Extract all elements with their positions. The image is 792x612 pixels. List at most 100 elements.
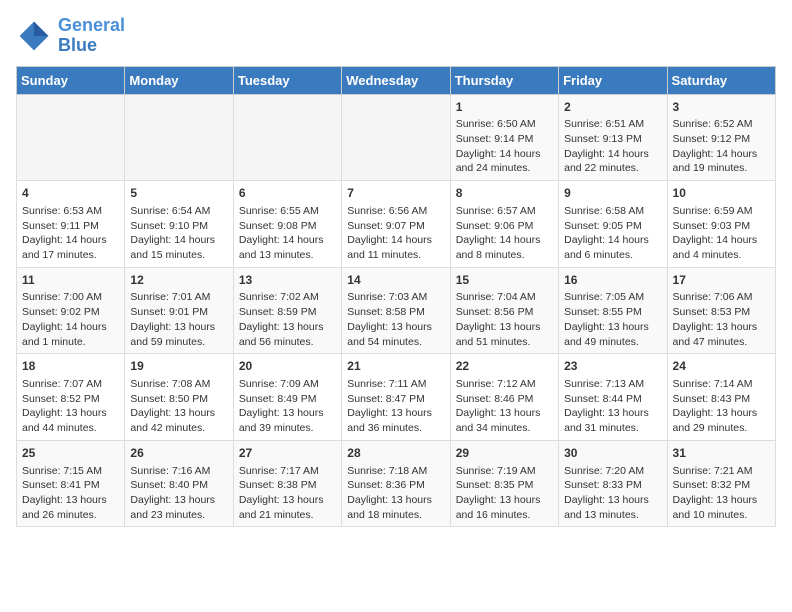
day-number: 27 bbox=[239, 445, 336, 462]
calendar-cell: 6Sunrise: 6:55 AM Sunset: 9:08 PM Daylig… bbox=[233, 181, 341, 268]
day-number: 29 bbox=[456, 445, 553, 462]
day-header-saturday: Saturday bbox=[667, 66, 775, 94]
calendar-week-4: 18Sunrise: 7:07 AM Sunset: 8:52 PM Dayli… bbox=[17, 354, 776, 441]
day-header-tuesday: Tuesday bbox=[233, 66, 341, 94]
day-detail: Sunrise: 6:50 AM Sunset: 9:14 PM Dayligh… bbox=[456, 118, 541, 174]
calendar-cell: 14 Sunrise: 7:03 AM Sunset: 8:58 PM Dayli… bbox=[342, 267, 450, 354]
day-detail: Sunrise: 7:07 AM Sunset: 8:52 PM Dayligh… bbox=[22, 378, 107, 434]
calendar-week-5: 25Sunrise: 7:15 AM Sunset: 8:41 PM Dayli… bbox=[17, 440, 776, 527]
calendar-cell: 27 Sunrise: 7:17 AM Sunset: 8:38 PM Dayli… bbox=[233, 440, 341, 527]
calendar-cell: 13Sunrise: 7:02 AM Sunset: 8:59 PM Dayli… bbox=[233, 267, 341, 354]
calendar-cell: 11Sunrise: 7:00 AM Sunset: 9:02 PM Dayli… bbox=[17, 267, 125, 354]
header-row: SundayMondayTuesdayWednesdayThursdayFrid… bbox=[17, 66, 776, 94]
day-number: 15 bbox=[456, 272, 553, 289]
day-number: 30 bbox=[564, 445, 661, 462]
calendar-cell: 20Sunrise: 7:09 AM Sunset: 8:49 PM Dayli… bbox=[233, 354, 341, 441]
day-detail: Sunrise: 7:17 AM Sunset: 8:38 PM Dayligh… bbox=[239, 465, 324, 521]
day-detail: Sunrise: 7:20 AM Sunset: 8:33 PM Dayligh… bbox=[564, 465, 649, 521]
day-detail: Sunrise: 7:12 AM Sunset: 8:46 PM Dayligh… bbox=[456, 378, 541, 434]
calendar-cell: 19 Sunrise: 7:08 AM Sunset: 8:50 PM Dayli… bbox=[125, 354, 233, 441]
calendar-cell: 23 Sunrise: 7:13 AM Sunset: 8:44 PM Dayli… bbox=[559, 354, 667, 441]
day-detail: Sunrise: 7:16 AM Sunset: 8:40 PM Dayligh… bbox=[130, 465, 215, 521]
day-number: 5 bbox=[130, 185, 227, 202]
day-number: 22 bbox=[456, 358, 553, 375]
calendar-cell: 18Sunrise: 7:07 AM Sunset: 8:52 PM Dayli… bbox=[17, 354, 125, 441]
logo-icon bbox=[16, 18, 52, 54]
calendar-cell: 10Sunrise: 6:59 AM Sunset: 9:03 PM Dayli… bbox=[667, 181, 775, 268]
day-detail: Sunrise: 7:14 AM Sunset: 8:43 PM Dayligh… bbox=[673, 378, 758, 434]
day-detail: Sunrise: 7:08 AM Sunset: 8:50 PM Dayligh… bbox=[130, 378, 215, 434]
day-number: 17 bbox=[673, 272, 770, 289]
calendar-cell: 24 Sunrise: 7:14 AM Sunset: 8:43 PM Dayli… bbox=[667, 354, 775, 441]
day-header-monday: Monday bbox=[125, 66, 233, 94]
day-detail: Sunrise: 7:01 AM Sunset: 9:01 PM Dayligh… bbox=[130, 291, 215, 347]
day-detail: Sunrise: 7:04 AM Sunset: 8:56 PM Dayligh… bbox=[456, 291, 541, 347]
day-detail: Sunrise: 6:52 AM Sunset: 9:12 PM Dayligh… bbox=[673, 118, 758, 174]
day-detail: Sunrise: 7:13 AM Sunset: 8:44 PM Dayligh… bbox=[564, 378, 649, 434]
calendar-cell: 29 Sunrise: 7:19 AM Sunset: 8:35 PM Dayli… bbox=[450, 440, 558, 527]
day-number: 21 bbox=[347, 358, 444, 375]
day-number: 11 bbox=[22, 272, 119, 289]
calendar-table: SundayMondayTuesdayWednesdayThursdayFrid… bbox=[16, 66, 776, 528]
day-number: 3 bbox=[673, 99, 770, 116]
calendar-cell: 3 Sunrise: 6:52 AM Sunset: 9:12 PM Daylig… bbox=[667, 94, 775, 181]
logo: General Blue bbox=[16, 16, 125, 56]
day-detail: Sunrise: 7:18 AM Sunset: 8:36 PM Dayligh… bbox=[347, 465, 432, 521]
day-number: 26 bbox=[130, 445, 227, 462]
day-header-friday: Friday bbox=[559, 66, 667, 94]
day-detail: Sunrise: 7:15 AM Sunset: 8:41 PM Dayligh… bbox=[22, 465, 107, 521]
calendar-cell: 26 Sunrise: 7:16 AM Sunset: 8:40 PM Dayli… bbox=[125, 440, 233, 527]
day-detail: Sunrise: 7:06 AM Sunset: 8:53 PM Dayligh… bbox=[673, 291, 758, 347]
calendar-cell bbox=[342, 94, 450, 181]
calendar-cell: 30 Sunrise: 7:20 AM Sunset: 8:33 PM Dayli… bbox=[559, 440, 667, 527]
calendar-body: 1 Sunrise: 6:50 AM Sunset: 9:14 PM Daylig… bbox=[17, 94, 776, 527]
day-detail: Sunrise: 7:11 AM Sunset: 8:47 PM Dayligh… bbox=[347, 378, 432, 434]
calendar-cell: 31Sunrise: 7:21 AM Sunset: 8:32 PM Dayli… bbox=[667, 440, 775, 527]
day-detail: Sunrise: 6:57 AM Sunset: 9:06 PM Dayligh… bbox=[456, 205, 541, 261]
day-detail: Sunrise: 7:19 AM Sunset: 8:35 PM Dayligh… bbox=[456, 465, 541, 521]
day-header-sunday: Sunday bbox=[17, 66, 125, 94]
calendar-week-1: 1 Sunrise: 6:50 AM Sunset: 9:14 PM Daylig… bbox=[17, 94, 776, 181]
day-detail: Sunrise: 6:56 AM Sunset: 9:07 PM Dayligh… bbox=[347, 205, 432, 261]
day-detail: Sunrise: 6:55 AM Sunset: 9:08 PM Dayligh… bbox=[239, 205, 324, 261]
day-detail: Sunrise: 6:58 AM Sunset: 9:05 PM Dayligh… bbox=[564, 205, 649, 261]
calendar-cell: 15 Sunrise: 7:04 AM Sunset: 8:56 PM Dayli… bbox=[450, 267, 558, 354]
calendar-cell: 1 Sunrise: 6:50 AM Sunset: 9:14 PM Daylig… bbox=[450, 94, 558, 181]
day-header-thursday: Thursday bbox=[450, 66, 558, 94]
day-number: 31 bbox=[673, 445, 770, 462]
calendar-cell bbox=[17, 94, 125, 181]
logo-text: General Blue bbox=[58, 16, 125, 56]
day-number: 24 bbox=[673, 358, 770, 375]
day-number: 28 bbox=[347, 445, 444, 462]
calendar-cell bbox=[125, 94, 233, 181]
calendar-cell: 17 Sunrise: 7:06 AM Sunset: 8:53 PM Dayli… bbox=[667, 267, 775, 354]
calendar-header: SundayMondayTuesdayWednesdayThursdayFrid… bbox=[17, 66, 776, 94]
day-detail: Sunrise: 6:53 AM Sunset: 9:11 PM Dayligh… bbox=[22, 205, 107, 261]
day-number: 4 bbox=[22, 185, 119, 202]
calendar-week-2: 4 Sunrise: 6:53 AM Sunset: 9:11 PM Daylig… bbox=[17, 181, 776, 268]
day-number: 9 bbox=[564, 185, 661, 202]
day-number: 14 bbox=[347, 272, 444, 289]
day-detail: Sunrise: 7:03 AM Sunset: 8:58 PM Dayligh… bbox=[347, 291, 432, 347]
calendar-cell: 5Sunrise: 6:54 AM Sunset: 9:10 PM Daylig… bbox=[125, 181, 233, 268]
day-number: 10 bbox=[673, 185, 770, 202]
calendar-cell: 21 Sunrise: 7:11 AM Sunset: 8:47 PM Dayli… bbox=[342, 354, 450, 441]
page-header: General Blue bbox=[16, 16, 776, 56]
calendar-cell: 4 Sunrise: 6:53 AM Sunset: 9:11 PM Daylig… bbox=[17, 181, 125, 268]
day-number: 16 bbox=[564, 272, 661, 289]
day-number: 1 bbox=[456, 99, 553, 116]
day-number: 19 bbox=[130, 358, 227, 375]
calendar-cell: 7Sunrise: 6:56 AM Sunset: 9:07 PM Daylig… bbox=[342, 181, 450, 268]
day-number: 13 bbox=[239, 272, 336, 289]
calendar-cell: 2Sunrise: 6:51 AM Sunset: 9:13 PM Daylig… bbox=[559, 94, 667, 181]
calendar-cell: 25Sunrise: 7:15 AM Sunset: 8:41 PM Dayli… bbox=[17, 440, 125, 527]
calendar-cell: 16Sunrise: 7:05 AM Sunset: 8:55 PM Dayli… bbox=[559, 267, 667, 354]
calendar-cell: 28 Sunrise: 7:18 AM Sunset: 8:36 PM Dayli… bbox=[342, 440, 450, 527]
calendar-cell: 8 Sunrise: 6:57 AM Sunset: 9:06 PM Daylig… bbox=[450, 181, 558, 268]
calendar-cell: 22 Sunrise: 7:12 AM Sunset: 8:46 PM Dayli… bbox=[450, 354, 558, 441]
calendar-cell bbox=[233, 94, 341, 181]
day-number: 8 bbox=[456, 185, 553, 202]
day-number: 2 bbox=[564, 99, 661, 116]
calendar-cell: 12Sunrise: 7:01 AM Sunset: 9:01 PM Dayli… bbox=[125, 267, 233, 354]
day-number: 23 bbox=[564, 358, 661, 375]
